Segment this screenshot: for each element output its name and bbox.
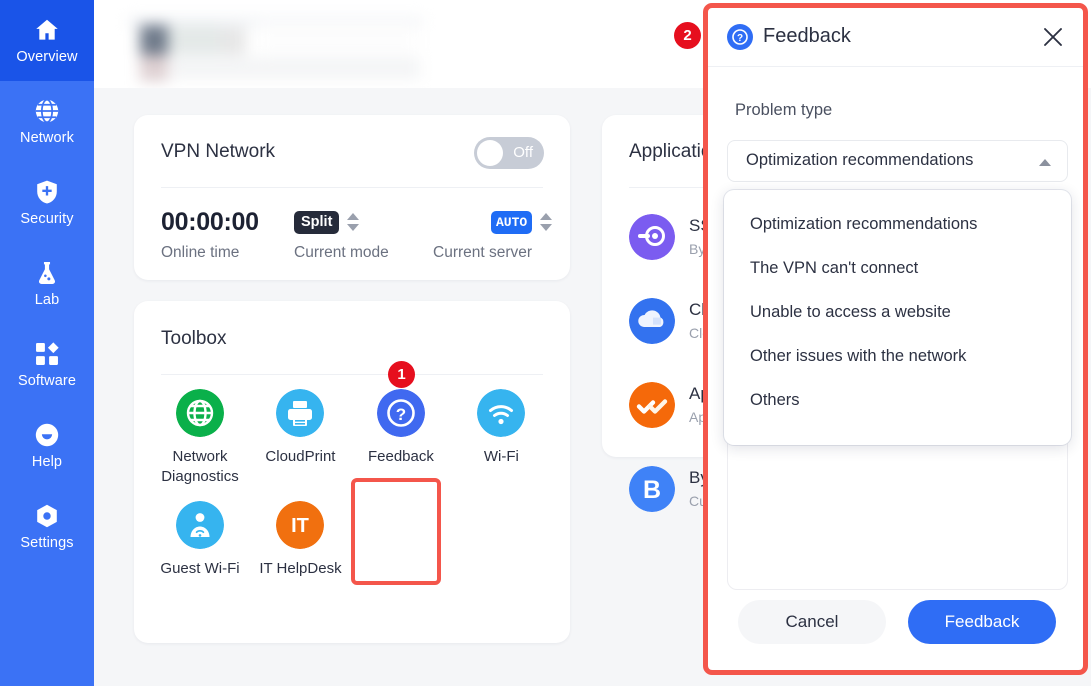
tool-it-helpdesk[interactable]: IT IT HelpDesk	[252, 501, 348, 579]
question-circle-icon: ?	[376, 389, 425, 437]
stat-current-mode[interactable]: Split Current mode	[294, 207, 389, 262]
current-mode-chip: Split	[294, 210, 340, 234]
tool-label: Feedback	[367, 448, 434, 465]
tool-label: Guest Wi-Fi	[160, 560, 240, 577]
annotation-badge-2: 2	[674, 22, 701, 49]
globe-icon	[176, 389, 224, 437]
mode-stepper-icon[interactable]	[347, 211, 360, 233]
flask-icon	[38, 262, 56, 285]
sidebar-item-help[interactable]: Help	[0, 405, 94, 486]
globe-icon	[35, 99, 59, 124]
it-helpdesk-icon: IT	[276, 501, 325, 549]
tool-feedback[interactable]: ? Feedback	[353, 389, 449, 467]
divider	[161, 187, 543, 188]
sidebar-item-network[interactable]: Network	[0, 81, 94, 162]
sidebar-item-label: Help	[31, 454, 63, 471]
printer-icon	[276, 389, 325, 437]
tool-cloudprint[interactable]: CloudPrint	[252, 389, 348, 467]
annotation-badge-1: 1	[388, 361, 415, 388]
stat-label: Current server	[433, 244, 533, 261]
stat-label: Online time	[161, 244, 240, 261]
online-time-value: 00:00:00	[161, 207, 259, 236]
card-title: Toolbox	[161, 328, 227, 349]
sidebar-item-settings[interactable]: Settings	[0, 486, 94, 567]
stat-online-time: 00:00:00 Online time	[161, 207, 259, 262]
shield-plus-icon	[37, 180, 57, 204]
sidebar-item-software[interactable]: Software	[0, 324, 94, 405]
letter-b-icon: B	[629, 466, 675, 512]
apps-grid-icon	[36, 342, 59, 366]
toolbox-grid: Network Diagnostics CloudPrint ? Feedbac…	[152, 389, 552, 593]
vpn-toggle-switch[interactable]: Off	[474, 137, 544, 169]
redacted-header-content	[128, 17, 423, 81]
sidebar-item-security[interactable]: Security	[0, 162, 94, 243]
current-server-chip: AUTO	[491, 210, 533, 234]
tool-label: CloudPrint	[265, 448, 336, 465]
sidebar-item-overview[interactable]: Overview	[0, 0, 94, 81]
server-stepper-icon[interactable]	[540, 211, 553, 233]
toolbox-card: Toolbox Network Diagnostics CloudPrint ?…	[134, 301, 570, 643]
card-title: VPN Network	[161, 141, 276, 162]
svg-text:?: ?	[396, 405, 406, 424]
sidebar-item-label: Overview	[16, 49, 78, 66]
app-window: Overview Network Security Lab Software H…	[0, 0, 1091, 686]
gear-icon	[37, 505, 57, 528]
tool-wifi[interactable]: Wi-Fi	[453, 389, 549, 467]
toggle-knob	[477, 140, 503, 166]
help-face-icon	[35, 424, 59, 447]
tool-label: IT HelpDesk	[259, 560, 342, 577]
sidebar-item-label: Software	[17, 373, 77, 390]
divider	[161, 374, 543, 375]
sidebar-item-label: Security	[20, 211, 74, 228]
sidebar-item-label: Lab	[34, 292, 60, 309]
sso-key-icon	[629, 214, 675, 260]
stat-label: Current mode	[294, 244, 389, 261]
stat-current-server[interactable]: AUTO Current server	[433, 207, 553, 262]
cloud-icon	[629, 298, 675, 344]
tool-network-diagnostics[interactable]: Network Diagnostics	[152, 389, 248, 487]
sidebar-item-lab[interactable]: Lab	[0, 243, 94, 324]
sidebar-item-label: Settings	[20, 535, 74, 552]
wifi-icon	[477, 389, 526, 437]
vpn-network-card: VPN Network Off 00:00:00 Online time Spl…	[134, 115, 570, 280]
tool-label: Wi-Fi	[483, 448, 519, 465]
toggle-state-label: Off	[513, 144, 533, 161]
sidebar-item-label: Network	[20, 130, 74, 147]
tool-guest-wifi[interactable]: Guest Wi-Fi	[152, 501, 248, 579]
guest-wifi-icon	[176, 501, 224, 549]
sidebar: Overview Network Security Lab Software H…	[0, 0, 94, 686]
tool-label: Network Diagnostics	[161, 448, 239, 485]
highlight-box-feedback-modal	[703, 3, 1088, 675]
check-marks-icon	[629, 382, 675, 428]
svg-text:IT: IT	[292, 515, 310, 537]
svg-text:B: B	[643, 476, 661, 504]
home-icon	[36, 19, 58, 40]
